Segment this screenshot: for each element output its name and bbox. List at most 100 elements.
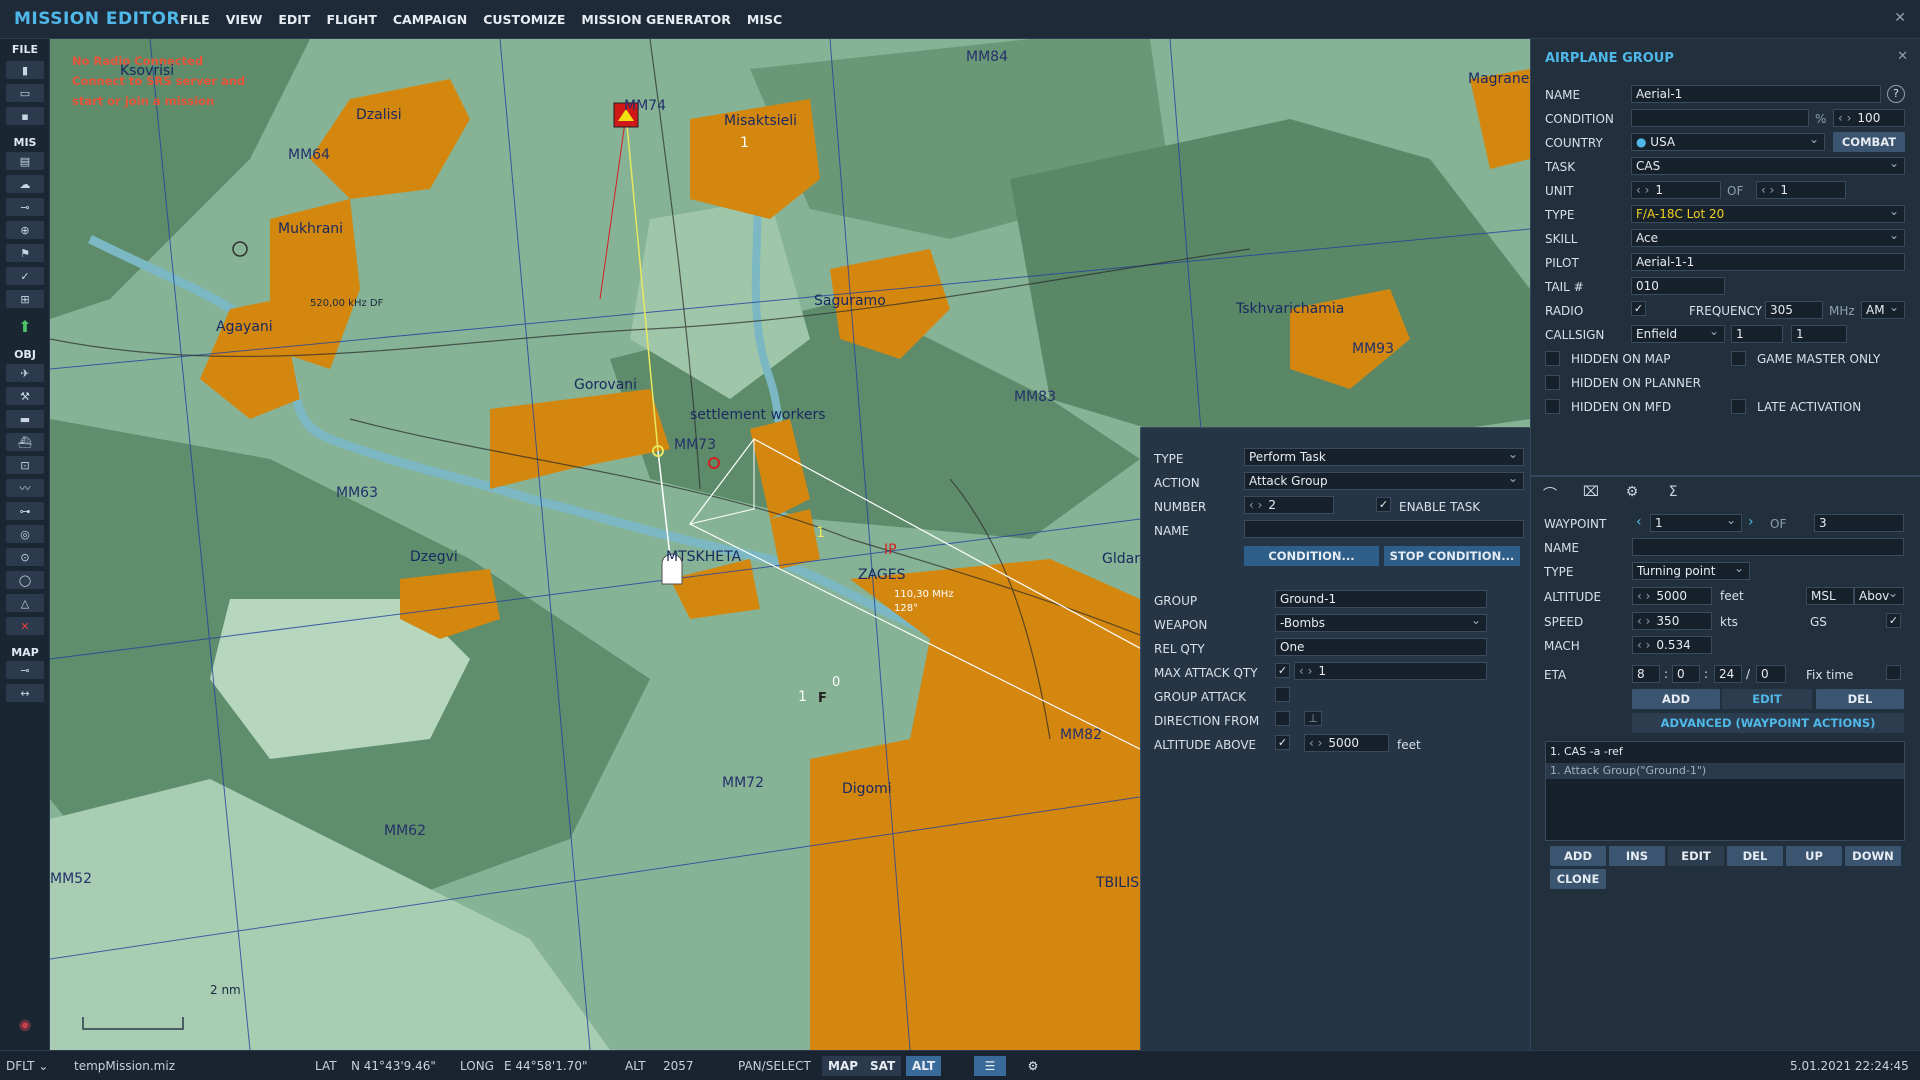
save-file-icon[interactable]: ▪ [6,107,44,125]
max-attack-stepper[interactable]: ‹ › 1 [1294,662,1487,680]
fix-time-checkbox[interactable] [1886,665,1901,680]
direction-from-checkbox[interactable] [1275,711,1290,726]
add-waypoint-button[interactable]: ADD [1632,689,1720,709]
trigger-zone-icon[interactable]: ◎ [6,525,44,543]
flight-marker-label[interactable]: F [818,691,827,706]
condition-button[interactable]: CONDITION... [1244,546,1379,566]
wp-type-select[interactable]: Turning point [1632,562,1750,580]
game-master-only-checkbox[interactable] [1731,351,1746,366]
menu-misc[interactable]: MISC [739,0,790,39]
open-file-icon[interactable]: ▭ [6,84,44,102]
frequency-input[interactable]: 305 [1765,301,1823,319]
unit-stepper[interactable]: ‹ › 1 [1631,181,1721,199]
task-name-input[interactable] [1244,520,1524,538]
altitude-mode-select[interactable]: Abov [1854,587,1904,605]
eta-minute-input[interactable]: 24 [1714,665,1742,683]
action-list-item[interactable]: 1. CAS -a -ref [1550,745,1900,758]
list-up-button[interactable]: UP [1786,846,1842,866]
list-edit-button[interactable]: EDIT [1668,846,1724,866]
airplane-icon[interactable]: ✈ [6,364,44,382]
combat-button[interactable]: COMBAT [1833,132,1905,152]
shapes-icon[interactable]: △ [6,594,44,612]
edit-waypoint-button[interactable]: EDIT [1722,689,1812,709]
next-waypoint-icon[interactable]: › [1748,514,1754,530]
max-attack-checkbox[interactable]: ✓ [1275,663,1290,678]
delete-icon[interactable]: ✕ [6,617,44,635]
late-activation-checkbox[interactable] [1731,399,1746,414]
close-icon[interactable]: ✕ [1894,10,1906,26]
group-name-input[interactable]: Aerial-1 [1631,85,1881,103]
list-down-button[interactable]: DOWN [1845,846,1901,866]
failures-icon[interactable]: ⊕ [6,221,44,239]
skill-select[interactable]: Ace [1631,229,1905,247]
loadout-tab-icon[interactable]: ⚙ [1619,484,1645,506]
template-icon[interactable]: ⊙ [6,548,44,566]
stepper-arrows-icon[interactable]: ‹ › [1299,664,1312,678]
altitude-stepper[interactable]: ‹ › 5000 [1632,587,1712,605]
enable-task-checkbox[interactable]: ✓ [1376,497,1391,512]
altitude-reference-select[interactable]: MSL [1806,587,1854,605]
map-key-icon[interactable]: ⊸ [6,661,44,679]
unit-of-stepper[interactable]: ‹ › 1 [1756,181,1846,199]
vehicle-icon[interactable]: ▬ [6,410,44,428]
stepper-arrows-icon[interactable]: ‹ › [1637,589,1650,603]
rel-qty-select[interactable]: One [1275,638,1487,656]
speed-stepper[interactable]: ‹ › 350 [1632,612,1712,630]
airfield-icon[interactable]: ◯ [6,571,44,589]
hidden-on-map-checkbox[interactable] [1545,351,1560,366]
stepper-arrows-icon[interactable]: ‹ › [1309,736,1322,750]
callsign-select[interactable]: Enfield [1631,325,1725,343]
callsign-number-1[interactable]: 1 [1731,325,1783,343]
hidden-on-mfd-checkbox[interactable] [1545,399,1560,414]
ruler-icon[interactable]: ↔ [6,684,44,702]
map-mode-button[interactable]: MAP [822,1056,865,1076]
group-field[interactable]: Ground-1 [1275,590,1487,608]
list-delete-button[interactable]: DEL [1727,846,1783,866]
menu-customize[interactable]: CUSTOMIZE [475,0,573,39]
briefing-icon[interactable]: ▤ [6,152,44,170]
helicopter-icon[interactable]: ⚒ [6,387,44,405]
task-action-select[interactable]: Attack Group [1244,472,1524,490]
action-list-item[interactable]: 1. Attack Group("Ground-1") [1546,763,1904,779]
stepper-arrows-icon[interactable]: ‹ › [1761,183,1774,197]
condition-input[interactable] [1631,109,1809,127]
ground-speed-checkbox[interactable]: ✓ [1886,613,1901,628]
navpoint-icon[interactable]: ⊶ [6,502,44,520]
altitude-above-checkbox[interactable]: ✓ [1275,735,1290,750]
alt-mode-button[interactable]: ALT [906,1056,942,1076]
stepper-arrows-icon[interactable]: ‹ › [1636,183,1649,197]
trigger-icon[interactable]: ⊸ [6,198,44,216]
prev-waypoint-icon[interactable]: ‹ [1636,514,1642,530]
menu-campaign[interactable]: CAMPAIGN [385,0,475,39]
advanced-actions-button[interactable]: ADVANCED (WAYPOINT ACTIONS) [1632,713,1904,733]
group-attack-checkbox[interactable] [1275,687,1290,702]
waypoint-select[interactable]: 1 [1650,514,1742,532]
sat-mode-button[interactable]: SAT [864,1056,902,1076]
callsign-number-2[interactable]: 1 [1791,325,1847,343]
altitude-above-stepper[interactable]: ‹ › 5000 [1304,734,1389,752]
stepper-arrows-icon[interactable]: ‹ › [1637,638,1650,652]
zone-icon[interactable]: 〰 [6,479,44,497]
task-type-select[interactable]: Perform Task [1244,448,1524,466]
task-number-stepper[interactable]: ‹ › 2 [1244,496,1334,514]
mach-stepper[interactable]: ‹ › 0.534 [1632,636,1712,654]
stepper-arrows-icon[interactable]: ‹ › [1838,111,1851,125]
resources-icon[interactable]: ⊞ [6,290,44,308]
route-tab-icon[interactable]: ⌒ [1537,484,1563,506]
weather-icon[interactable]: ☁ [6,175,44,193]
settings-gear-icon[interactable]: ⚙ [1020,1056,1046,1076]
tail-number-input[interactable]: 010 [1631,277,1725,295]
hidden-on-planner-checkbox[interactable] [1545,375,1560,390]
stepper-arrows-icon[interactable]: ‹ › [1249,498,1262,512]
goals-icon[interactable]: ⚑ [6,244,44,262]
delete-waypoint-button[interactable]: DEL [1816,689,1904,709]
static-object-icon[interactable]: ⊡ [6,456,44,474]
eta-day-input[interactable]: 8 [1632,665,1660,683]
eta-hour-input[interactable]: 0 [1672,665,1700,683]
ship-icon[interactable]: ⛴ [6,433,44,451]
menu-edit[interactable]: EDIT [270,0,318,39]
clone-button[interactable]: CLONE [1550,869,1606,889]
wp-name-input[interactable] [1632,538,1904,556]
menu-file[interactable]: FILE [172,0,218,39]
stop-condition-button[interactable]: STOP CONDITION... [1384,546,1520,566]
